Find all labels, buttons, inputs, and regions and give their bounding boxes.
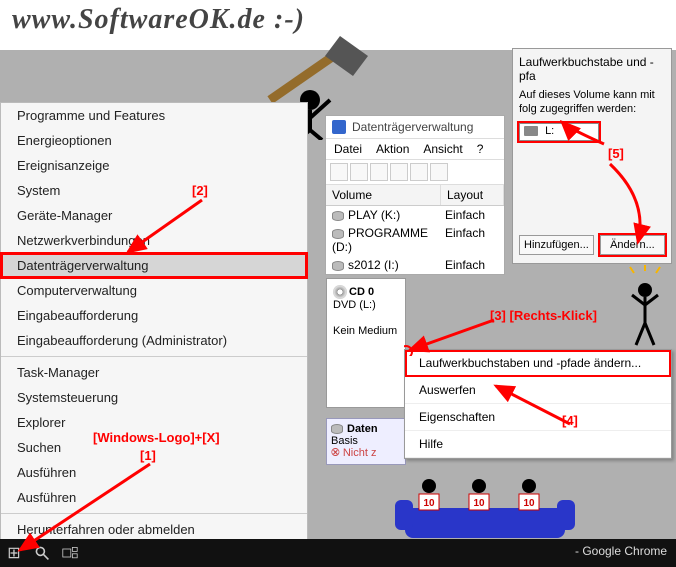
menu-view[interactable]: Ansicht xyxy=(423,142,462,156)
table-row[interactable]: PROGRAMME (D:) Einfach xyxy=(326,224,504,256)
tb-help-icon[interactable] xyxy=(430,163,448,181)
cm-change-drive-letter[interactable]: Laufwerkbuchstaben und -pfade ändern... xyxy=(405,350,671,377)
winx-task-manager[interactable]: Task-Manager xyxy=(1,360,307,385)
winx-control-panel[interactable]: Systemsteuerung xyxy=(1,385,307,410)
drive-list-entry[interactable]: L: xyxy=(519,123,599,141)
cd-drive-letter: DVD (L:) xyxy=(333,299,399,311)
taskview-icon[interactable] xyxy=(56,539,84,567)
disk-icon xyxy=(332,120,346,134)
separator xyxy=(1,513,307,514)
tb-back-icon[interactable] xyxy=(330,163,348,181)
window-title: Datenträgerverwaltung xyxy=(352,120,473,134)
drive-letter-dialog: Laufwerkbuchstabe und -pfa Auf dieses Vo… xyxy=(512,48,672,264)
menu-action[interactable]: Aktion xyxy=(376,142,409,156)
stickfigure-idea xyxy=(620,265,670,355)
tb-refresh-icon[interactable] xyxy=(370,163,388,181)
winx-disk-management[interactable]: Datenträgerverwaltung xyxy=(1,253,307,278)
toolbar xyxy=(326,160,504,185)
winx-run-2[interactable]: Ausführen xyxy=(1,485,307,510)
stickfigures-couch: 10 10 10 xyxy=(395,478,575,548)
winx-system[interactable]: System xyxy=(1,178,307,203)
winx-cmd-admin[interactable]: Eingabeaufforderung (Administrator) xyxy=(1,328,307,353)
daten-title: Daten xyxy=(347,423,378,435)
cd-drive-panel[interactable]: CD 0 DVD (L:) Kein Medium xyxy=(326,278,406,408)
table-row[interactable]: s2012 (I:) Einfach xyxy=(326,256,504,274)
cd-icon xyxy=(333,285,347,299)
separator xyxy=(1,356,307,357)
menu-bar: Datei Aktion Ansicht ? xyxy=(326,138,504,160)
volume-icon xyxy=(332,211,344,221)
daten-stat: Nicht z xyxy=(343,447,377,459)
start-button[interactable]: ⊞ xyxy=(0,539,28,567)
page-header: www.SoftwareOK.de :-) xyxy=(0,0,676,50)
drive-letter: L: xyxy=(545,125,554,137)
change-button[interactable]: Ändern... xyxy=(600,235,665,255)
col-volume[interactable]: Volume xyxy=(326,185,441,205)
winx-menu: Programme und Features Energieoptionen E… xyxy=(0,102,308,540)
search-icon[interactable] xyxy=(28,539,56,567)
table-row[interactable]: PLAY (K:) Einfach xyxy=(326,206,504,224)
cd-title: CD 0 xyxy=(349,286,374,298)
tb-props-icon[interactable] xyxy=(410,163,428,181)
disk-panel[interactable]: Daten Basis ⮿ Nicht z xyxy=(326,418,406,465)
svg-text:10: 10 xyxy=(473,498,485,509)
winx-programs-features[interactable]: Programme und Features xyxy=(1,103,307,128)
winx-cmd[interactable]: Eingabeaufforderung xyxy=(1,303,307,328)
winx-explorer[interactable]: Explorer xyxy=(1,410,307,435)
winx-device-manager[interactable]: Geräte-Manager xyxy=(1,203,307,228)
context-menu: Laufwerkbuchstaben und -pfade ändern... … xyxy=(404,349,672,459)
tb-fwd-icon[interactable] xyxy=(350,163,368,181)
svg-text:10: 10 xyxy=(523,498,535,509)
volume-icon xyxy=(332,261,344,271)
taskbar: ⊞ - Google Chrome xyxy=(0,539,676,567)
winx-power-options[interactable]: Energieoptionen xyxy=(1,128,307,153)
dialog-title: Laufwerkbuchstabe und -pfa xyxy=(519,55,665,83)
winx-network-connections[interactable]: Netzwerkverbindungen xyxy=(1,228,307,253)
cd-status: Kein Medium xyxy=(333,325,399,337)
cm-help[interactable]: Hilfe xyxy=(405,431,671,458)
tb-panes-icon[interactable] xyxy=(390,163,408,181)
winx-event-viewer[interactable]: Ereignisanzeige xyxy=(1,153,307,178)
col-layout[interactable]: Layout xyxy=(441,185,504,205)
winx-computer-management[interactable]: Computerverwaltung xyxy=(1,278,307,303)
anno-3: [3] [Rechts-Klick] xyxy=(490,308,597,323)
volume-icon xyxy=(332,229,344,239)
site-url: www.SoftwareOK.de :-) xyxy=(12,4,305,35)
winx-search[interactable]: Suchen xyxy=(1,435,307,460)
cm-eject[interactable]: Auswerfen xyxy=(405,377,671,404)
menu-file[interactable]: Datei xyxy=(334,142,362,156)
daten-sub: Basis xyxy=(331,435,401,447)
svg-text:10: 10 xyxy=(423,498,435,509)
drive-icon xyxy=(524,126,538,136)
menu-help[interactable]: ? xyxy=(477,142,484,156)
disk-icon xyxy=(331,424,343,434)
chrome-titlebar[interactable]: - Google Chrome xyxy=(575,544,667,558)
winx-run[interactable]: Ausführen xyxy=(1,460,307,485)
add-button[interactable]: Hinzufügen... xyxy=(519,235,594,255)
cm-properties[interactable]: Eigenschaften xyxy=(405,404,671,431)
dialog-body: Auf dieses Volume kann mit folg zugegrif… xyxy=(519,89,665,117)
disk-mgmt-window: Datenträgerverwaltung Datei Aktion Ansic… xyxy=(325,115,505,275)
